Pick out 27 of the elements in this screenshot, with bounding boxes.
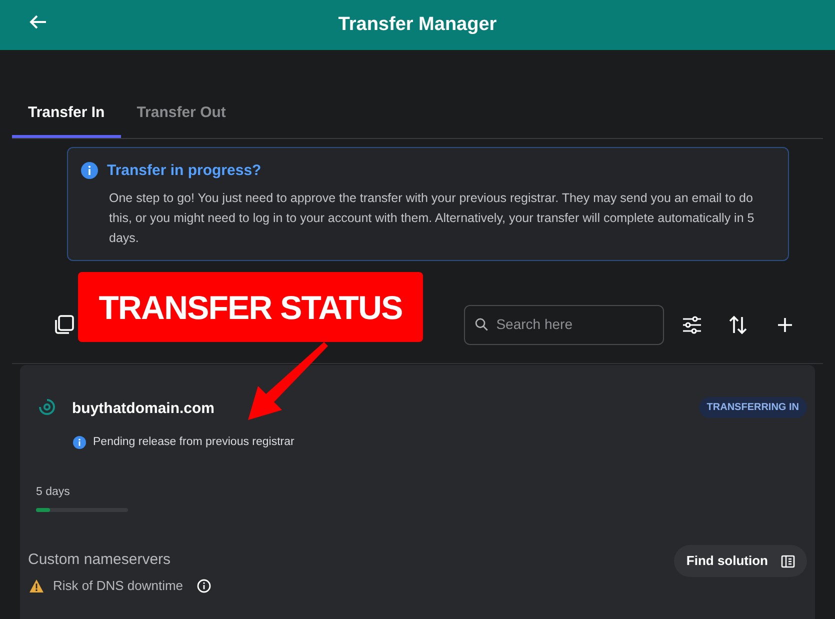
info-icon[interactable] [197, 578, 212, 593]
info-icon [73, 436, 86, 450]
info-icon [81, 162, 98, 180]
target-icon [38, 398, 56, 416]
page-title: Transfer Manager [338, 12, 497, 37]
warning-icon [29, 578, 44, 593]
banner-text: One step to go! You just need to approve the transfer with your previous registrar. They may send you an email to do this, or you might need to log in to your account with them. Alternatively, your transfer will complete automatically in 5 days. [109, 190, 756, 247]
book-icon [781, 554, 795, 568]
find-solution-button[interactable]: Find solution [674, 545, 807, 577]
days-remaining: 5 days [36, 485, 70, 500]
warning-text: Risk of DNS downtime [53, 577, 184, 595]
section-title: Custom nameservers [28, 550, 171, 570]
search-field[interactable]: Search here [464, 304, 664, 344]
status-badge: TRANSFERRING IN [698, 397, 807, 418]
annotation-callout: TRANSFER STATUS [78, 272, 423, 342]
search-icon [475, 317, 488, 332]
back-arrow-icon[interactable] [29, 14, 47, 30]
domain-name[interactable]: buythatdomain.com [72, 398, 215, 420]
tab[interactable]: Transfer Out [120, 94, 242, 138]
filter-icon[interactable] [682, 316, 702, 334]
tab[interactable]: Transfer In [12, 94, 121, 138]
status-text: Pending release from previous registrar [93, 435, 294, 450]
search-input[interactable]: Search here [496, 314, 653, 335]
add-icon[interactable] [777, 316, 793, 332]
sort-icon[interactable] [729, 314, 747, 334]
copy-icon[interactable] [54, 314, 74, 334]
banner-title: Transfer in progress? [107, 160, 262, 180]
